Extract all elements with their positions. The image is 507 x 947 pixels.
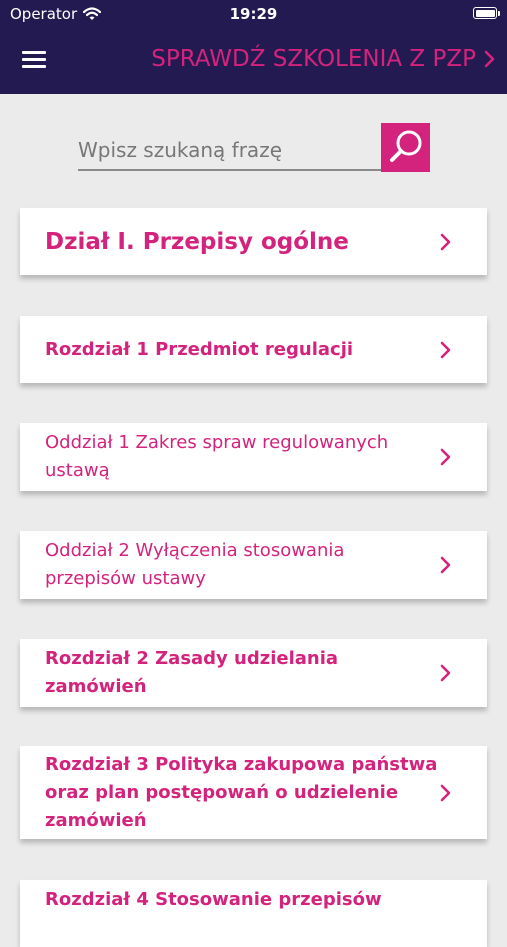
list-item-rozdzial-4[interactable]: Rozdział 4 Stosowanie przepisów (20, 880, 487, 947)
list-item-label: Dział I. Przepisy ogólne (45, 228, 349, 255)
chevron-right-icon (440, 784, 451, 801)
battery-level (475, 9, 495, 17)
menu-button[interactable] (22, 50, 48, 70)
check-trainings-link[interactable]: SPRAWDŹ SZKOLENIA Z PZP (151, 46, 495, 72)
list-item-rozdzial-2[interactable]: Rozdział 2 Zasady udzielania zamówień (20, 639, 487, 707)
list-item-oddzial-2[interactable]: Oddział 2 Wyłączenia stosowania przepisó… (20, 531, 487, 599)
app-header: Operator 19:29 SPRAWDŹ SZKOLENIA Z PZP (0, 0, 507, 94)
search-bar (78, 123, 430, 173)
battery-icon (473, 7, 497, 19)
list-item-oddzial-1[interactable]: Oddział 1 Zakres spraw regulowanych usta… (20, 423, 487, 491)
check-trainings-label: SPRAWDŹ SZKOLENIA Z PZP (151, 46, 476, 72)
list-item-rozdzial-3[interactable]: Rozdział 3 Polityka zakupowa państwa ora… (20, 746, 487, 839)
chevron-right-icon (440, 448, 451, 466)
search-button[interactable] (381, 123, 430, 172)
hamburger-icon-bar (22, 58, 46, 61)
chevron-right-icon (440, 341, 451, 358)
battery-nub (498, 11, 500, 16)
list-item-label: Oddział 2 Wyłączenia stosowania przepisó… (45, 540, 345, 589)
list-item-label: Rozdział 3 Polityka zakupowa państwa ora… (45, 753, 438, 831)
chevron-right-icon (440, 556, 451, 574)
search-icon (390, 130, 422, 162)
list-item-label: Oddział 1 Zakres spraw regulowanych usta… (45, 432, 389, 481)
search-input[interactable] (78, 131, 381, 171)
list-item-label: Rozdział 1 Przedmiot regulacji (45, 338, 354, 360)
hamburger-icon-bar (22, 65, 46, 68)
hamburger-icon-bar (22, 51, 46, 54)
chevron-right-icon (484, 50, 495, 68)
status-time: 19:29 (229, 5, 278, 23)
list-item-label: Rozdział 2 Zasady udzielania zamówień (45, 648, 339, 697)
chevron-right-icon (440, 233, 451, 250)
list-item-dzial-1[interactable]: Dział I. Przepisy ogólne (20, 208, 487, 275)
chevron-right-icon (440, 664, 451, 682)
list-item-label: Rozdział 4 Stosowanie przepisów (45, 889, 382, 910)
list-item-rozdzial-1[interactable]: Rozdział 1 Przedmiot regulacji (20, 316, 487, 383)
status-bar: Operator 19:29 (0, 0, 507, 28)
